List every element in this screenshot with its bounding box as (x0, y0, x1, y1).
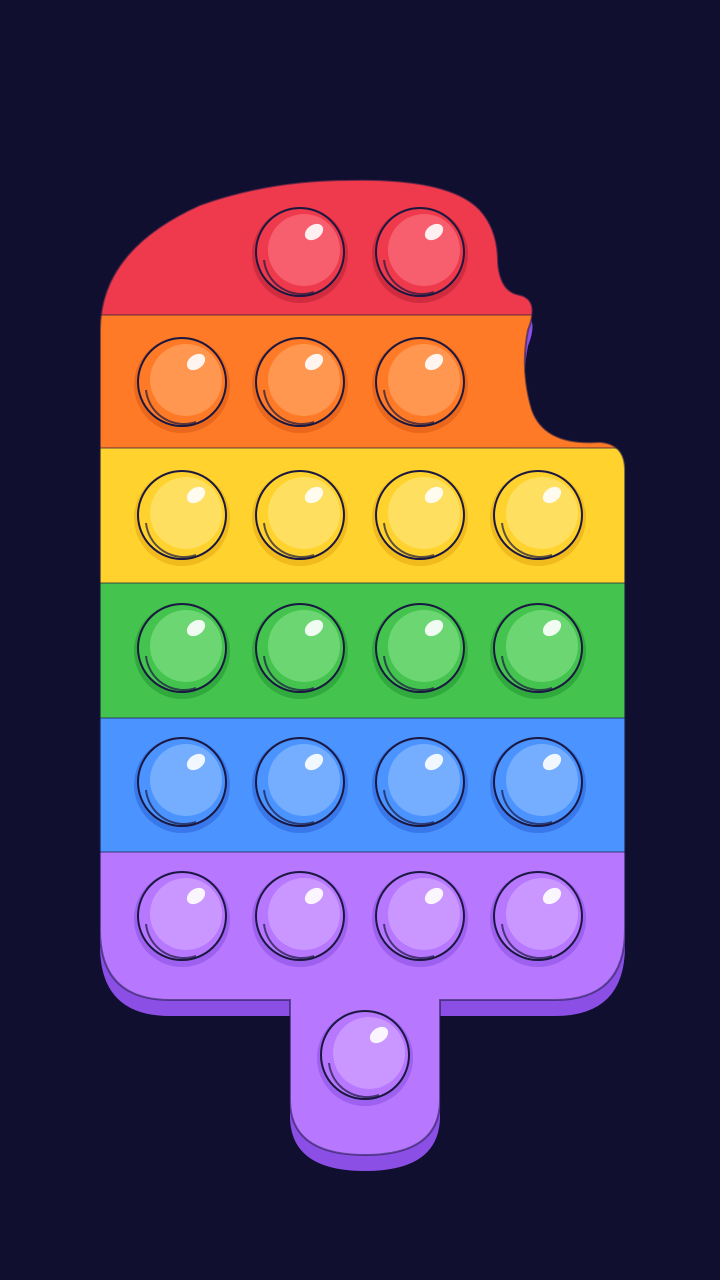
bubble-blue-4[interactable] (490, 737, 586, 833)
bubble-blue-2[interactable] (252, 737, 348, 833)
bubble-yellow-2[interactable] (252, 470, 348, 566)
pop-it-board (0, 0, 720, 1280)
bubble-stick-1[interactable] (317, 1010, 413, 1106)
bubble-purple-1[interactable] (134, 871, 230, 967)
bubble-purple-3[interactable] (372, 871, 468, 967)
bubble-orange-2[interactable] (252, 337, 348, 433)
bubble-orange-3[interactable] (372, 337, 468, 433)
bubble-purple-4[interactable] (490, 871, 586, 967)
bubble-purple-2[interactable] (252, 871, 348, 967)
bubble-yellow-4[interactable] (490, 470, 586, 566)
bubble-green-2[interactable] (252, 603, 348, 699)
bubble-green-3[interactable] (372, 603, 468, 699)
bubble-yellow-1[interactable] (134, 470, 230, 566)
bubble-blue-3[interactable] (372, 737, 468, 833)
bubble-red-1[interactable] (252, 207, 348, 303)
bubble-red-2[interactable] (372, 207, 468, 303)
bubble-green-1[interactable] (134, 603, 230, 699)
bubble-green-4[interactable] (490, 603, 586, 699)
bubble-yellow-3[interactable] (372, 470, 468, 566)
bubble-orange-1[interactable] (134, 337, 230, 433)
bubble-blue-1[interactable] (134, 737, 230, 833)
